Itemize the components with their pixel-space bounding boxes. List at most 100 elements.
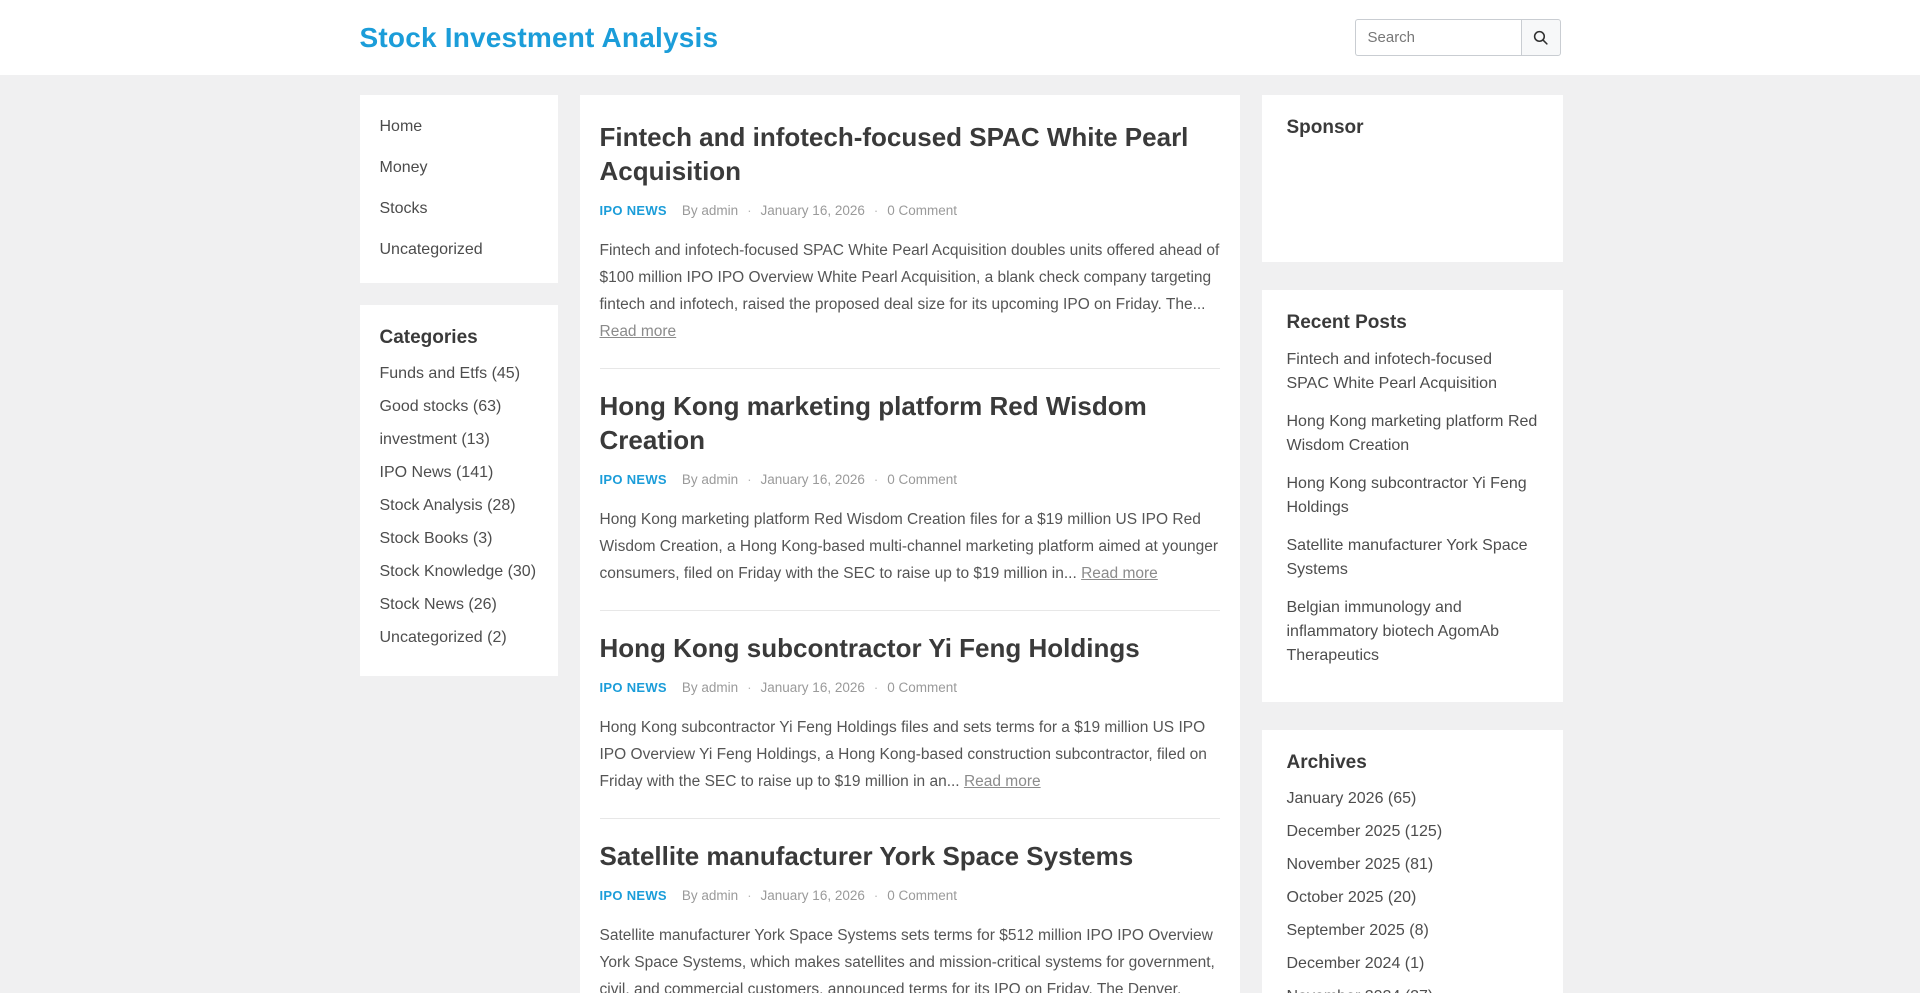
search-input[interactable] <box>1355 19 1521 56</box>
search-button[interactable] <box>1521 19 1561 56</box>
archive-link[interactable]: October 2025 (20) <box>1287 889 1417 906</box>
post-excerpt-text: Fintech and infotech-focused SPAC White … <box>600 242 1220 313</box>
recent-post-item: Belgian immunology and inflammatory biot… <box>1287 596 1538 668</box>
page-content: Home Money Stocks Uncategorized Categori… <box>360 75 1561 993</box>
post-divider <box>600 368 1220 369</box>
sponsor-title: Sponsor <box>1287 117 1538 139</box>
recent-post-link[interactable]: Hong Kong subcontractor Yi Feng Holdings <box>1287 475 1527 516</box>
read-more-link[interactable]: Read more <box>964 773 1041 790</box>
archive-item: December 2025 (125) <box>1287 821 1538 842</box>
recent-posts-widget: Recent Posts Fintech and infotech-focuse… <box>1262 290 1563 702</box>
post-meta: IPO NEWS By admin · January 16, 2026 · 0… <box>600 203 1220 218</box>
recent-posts-list: Fintech and infotech-focused SPAC White … <box>1287 348 1538 668</box>
meta-separator: · <box>747 203 751 218</box>
search-icon <box>1532 29 1549 46</box>
recent-post-item: Hong Kong marketing platform Red Wisdom … <box>1287 410 1538 458</box>
recent-post-link[interactable]: Hong Kong marketing platform Red Wisdom … <box>1287 413 1538 454</box>
category-item: Stock News (26) <box>380 594 538 615</box>
category-item: Stock Books (3) <box>380 528 538 549</box>
archive-item: November 2025 (81) <box>1287 854 1538 875</box>
read-more-link[interactable]: Read more <box>1081 565 1158 582</box>
post-comments-link[interactable]: 0 Comment <box>887 472 957 487</box>
post-excerpt-text: Satellite manufacturer York Space System… <box>600 927 1215 993</box>
category-link[interactable]: Stock Analysis (28) <box>380 497 516 514</box>
category-item: IPO News (141) <box>380 462 538 483</box>
archive-link[interactable]: January 2026 (65) <box>1287 790 1417 807</box>
left-sidebar: Home Money Stocks Uncategorized Categori… <box>360 95 558 676</box>
post-category-link[interactable]: IPO NEWS <box>600 472 667 487</box>
post-date-link[interactable]: January 16, 2026 <box>761 472 865 487</box>
recent-post-item: Satellite manufacturer York Space System… <box>1287 534 1538 582</box>
post-excerpt-text: Hong Kong subcontractor Yi Feng Holdings… <box>600 719 1207 790</box>
category-item: Uncategorized (2) <box>380 627 538 648</box>
category-link[interactable]: IPO News (141) <box>380 464 494 481</box>
post-divider <box>600 610 1220 611</box>
recent-post-link[interactable]: Belgian immunology and inflammatory biot… <box>1287 599 1500 664</box>
post-item: Fintech and infotech-focused SPAC White … <box>600 120 1220 345</box>
recent-post-link[interactable]: Fintech and infotech-focused SPAC White … <box>1287 351 1497 392</box>
recent-post-link[interactable]: Satellite manufacturer York Space System… <box>1287 537 1528 578</box>
recent-post-item: Fintech and infotech-focused SPAC White … <box>1287 348 1538 396</box>
post-comments-link[interactable]: 0 Comment <box>887 888 957 903</box>
site-title-link[interactable]: Stock Investment Analysis <box>360 22 719 54</box>
posts-list: Fintech and infotech-focused SPAC White … <box>580 95 1240 993</box>
read-more-link[interactable]: Read more <box>600 323 677 340</box>
post-date-link[interactable]: January 16, 2026 <box>761 888 865 903</box>
post-category-link[interactable]: IPO NEWS <box>600 203 667 218</box>
categories-list: Funds and Etfs (45) Good stocks (63) inv… <box>380 363 538 648</box>
category-link[interactable]: Stock Books (3) <box>380 530 493 547</box>
post-date-link[interactable]: January 16, 2026 <box>761 203 865 218</box>
post-meta: IPO NEWS By admin · January 16, 2026 · 0… <box>600 888 1220 903</box>
meta-separator: · <box>874 888 878 903</box>
archive-link[interactable]: November 2025 (81) <box>1287 856 1434 873</box>
meta-separator: · <box>874 203 878 218</box>
post-comments-link[interactable]: 0 Comment <box>887 203 957 218</box>
primary-nav: Home Money Stocks Uncategorized <box>360 95 558 283</box>
post-author: By admin <box>682 888 738 903</box>
post-item: Satellite manufacturer York Space System… <box>600 839 1220 993</box>
category-item: Stock Knowledge (30) <box>380 561 538 582</box>
post-title-link[interactable]: Hong Kong marketing platform Red Wisdom … <box>600 389 1220 457</box>
post-excerpt: Fintech and infotech-focused SPAC White … <box>600 237 1220 345</box>
post-category-link[interactable]: IPO NEWS <box>600 680 667 695</box>
meta-separator: · <box>747 472 751 487</box>
post-author: By admin <box>682 680 738 695</box>
nav-item-stocks[interactable]: Stocks <box>360 188 558 229</box>
archive-item: November 2024 (27) <box>1287 986 1538 993</box>
nav-item-uncategorized[interactable]: Uncategorized <box>360 229 558 270</box>
category-link[interactable]: investment (13) <box>380 431 490 448</box>
archive-item: September 2025 (8) <box>1287 920 1538 941</box>
post-date-link[interactable]: January 16, 2026 <box>761 680 865 695</box>
recent-posts-title: Recent Posts <box>1287 312 1538 334</box>
meta-separator: · <box>747 680 751 695</box>
post-item: Hong Kong marketing platform Red Wisdom … <box>600 389 1220 587</box>
archive-link[interactable]: November 2024 (27) <box>1287 988 1434 993</box>
nav-item-money[interactable]: Money <box>360 147 558 188</box>
category-link[interactable]: Uncategorized (2) <box>380 629 507 646</box>
nav-item-home[interactable]: Home <box>360 106 558 147</box>
category-link[interactable]: Stock News (26) <box>380 596 497 613</box>
sponsor-ad-slot <box>1287 153 1538 233</box>
archives-title: Archives <box>1287 752 1538 774</box>
archives-list: January 2026 (65) December 2025 (125) No… <box>1287 788 1538 993</box>
post-author: By admin <box>682 203 738 218</box>
post-title-link[interactable]: Hong Kong subcontractor Yi Feng Holdings <box>600 631 1220 665</box>
post-title-link[interactable]: Satellite manufacturer York Space System… <box>600 839 1220 873</box>
post-comments-link[interactable]: 0 Comment <box>887 680 957 695</box>
category-item: Good stocks (63) <box>380 396 538 417</box>
category-item: Stock Analysis (28) <box>380 495 538 516</box>
post-title-link[interactable]: Fintech and infotech-focused SPAC White … <box>600 120 1220 188</box>
search-form <box>1355 19 1561 56</box>
archive-item: January 2026 (65) <box>1287 788 1538 809</box>
category-link[interactable]: Stock Knowledge (30) <box>380 563 537 580</box>
meta-separator: · <box>874 680 878 695</box>
category-link[interactable]: Good stocks (63) <box>380 398 502 415</box>
post-excerpt: Satellite manufacturer York Space System… <box>600 922 1220 993</box>
post-category-link[interactable]: IPO NEWS <box>600 888 667 903</box>
archive-link[interactable]: December 2024 (1) <box>1287 955 1425 972</box>
category-link[interactable]: Funds and Etfs (45) <box>380 365 521 382</box>
archive-link[interactable]: December 2025 (125) <box>1287 823 1443 840</box>
archive-link[interactable]: September 2025 (8) <box>1287 922 1429 939</box>
category-item: investment (13) <box>380 429 538 450</box>
archives-widget: Archives January 2026 (65) December 2025… <box>1262 730 1563 993</box>
